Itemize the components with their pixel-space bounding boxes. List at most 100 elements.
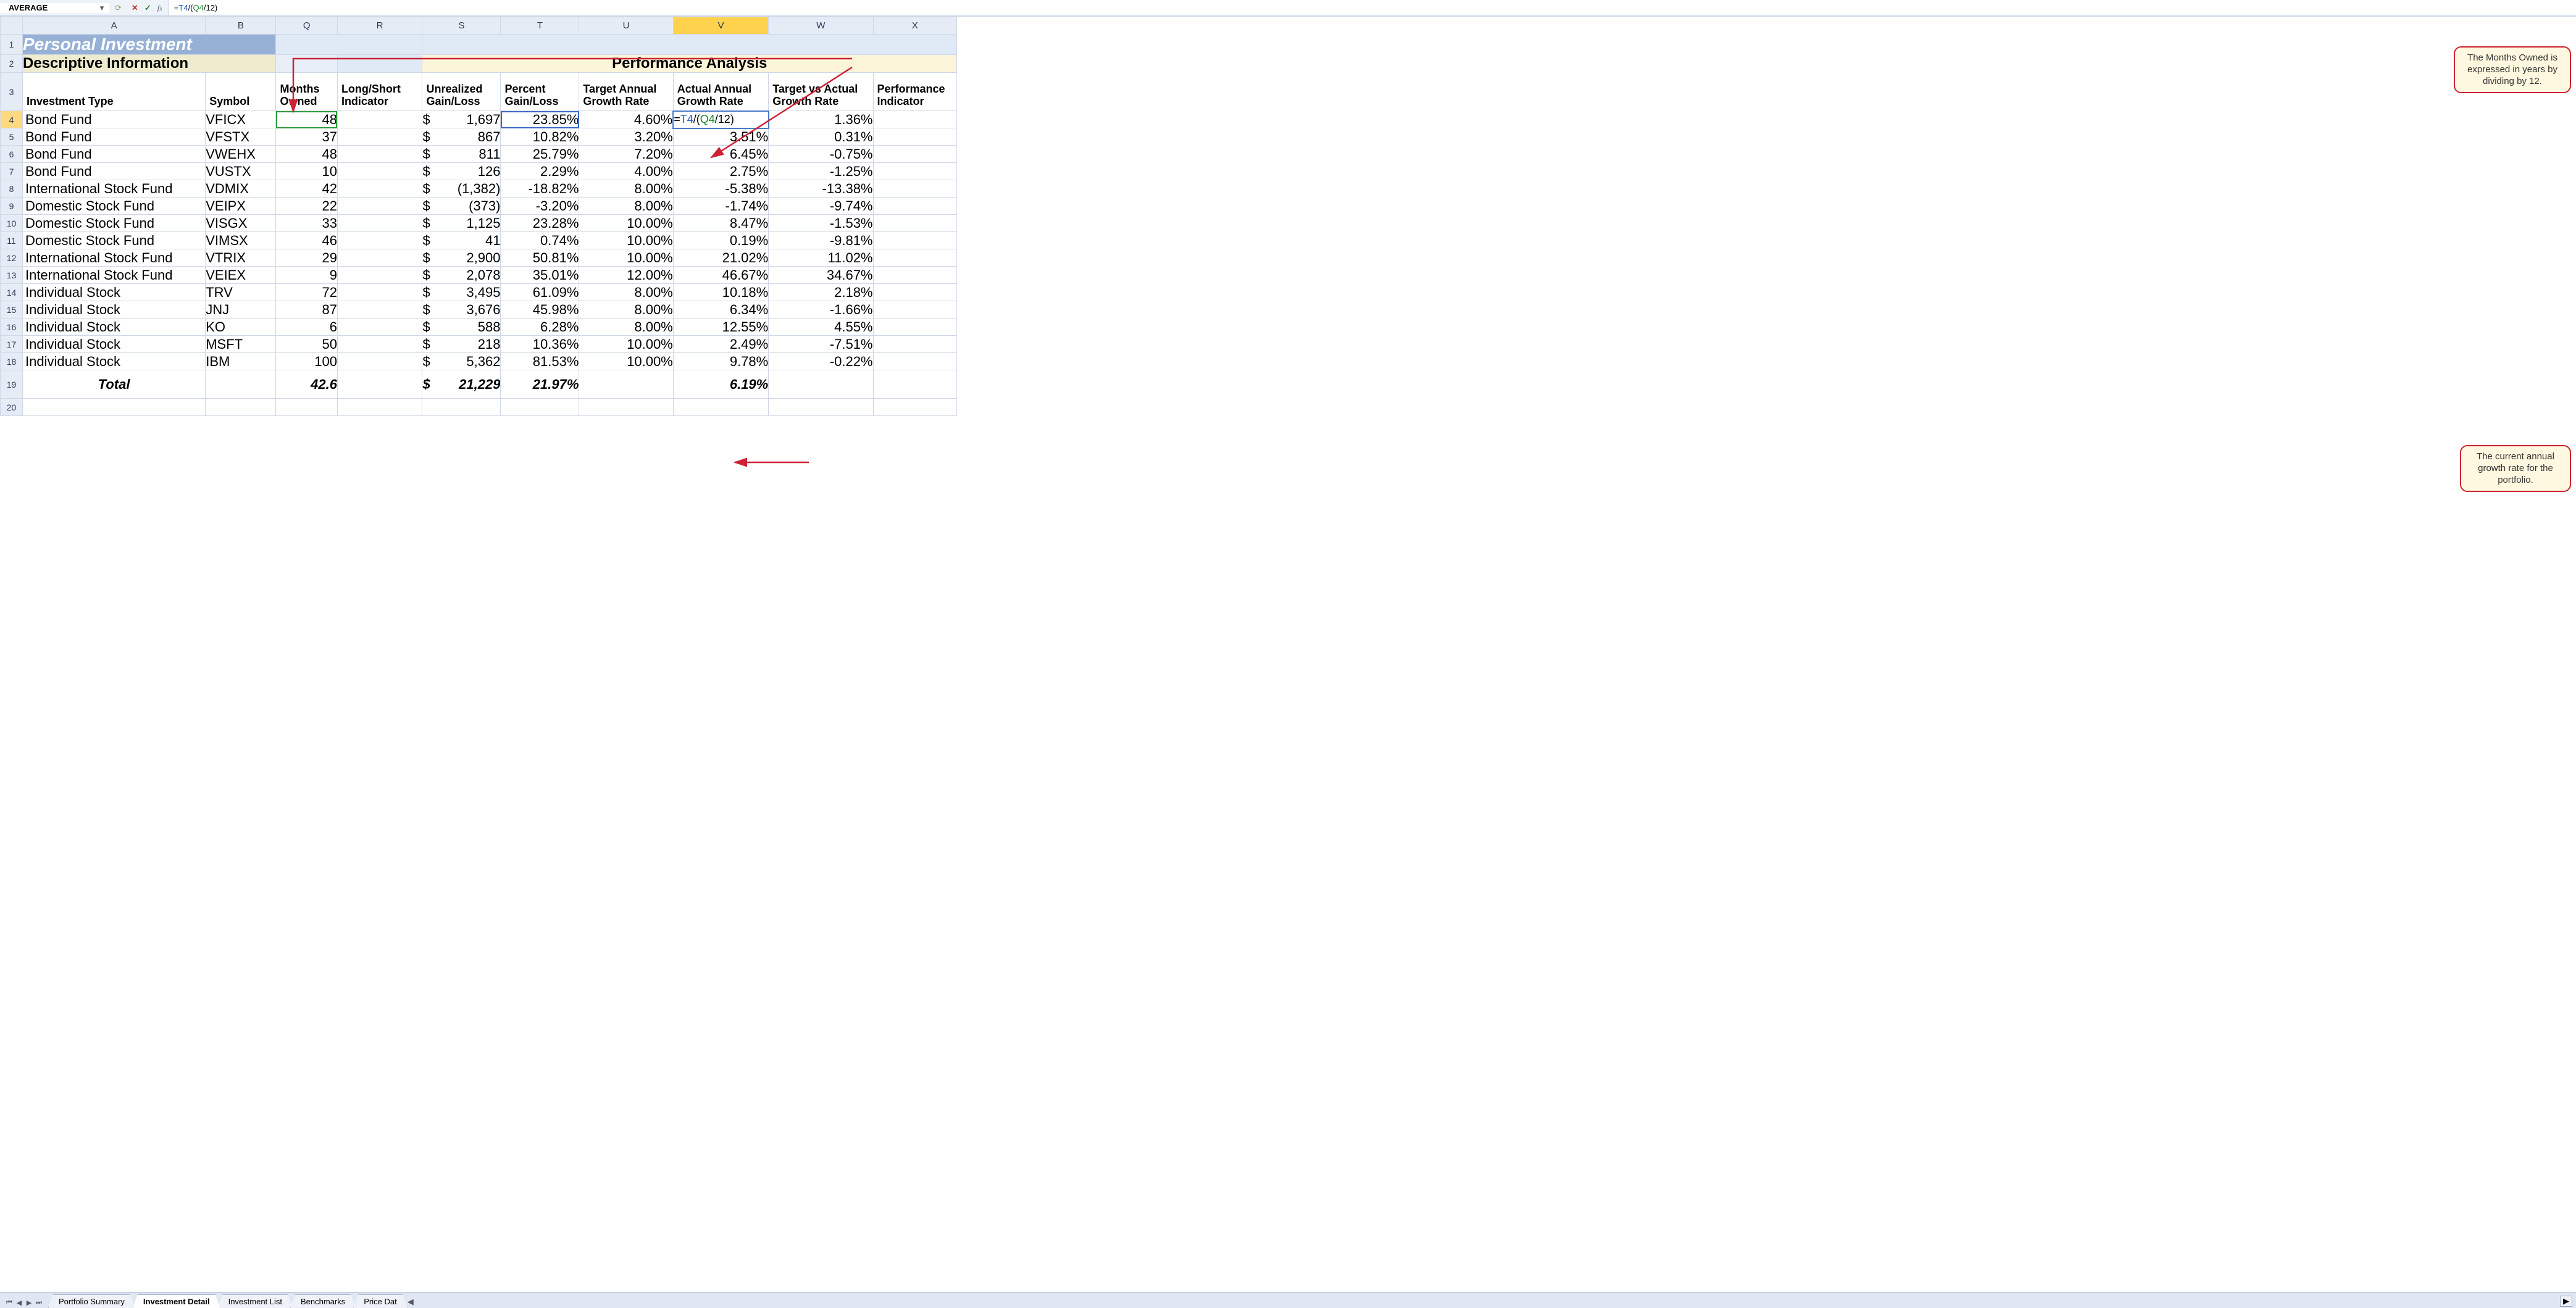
cell-unrealized[interactable]: $(1,382) bbox=[422, 180, 501, 198]
tab-nav-next-icon[interactable]: ▶ bbox=[25, 1298, 33, 1307]
cell-long-short[interactable] bbox=[337, 128, 422, 146]
cell-months-owned[interactable]: 37 bbox=[276, 128, 337, 146]
cancel-icon[interactable]: ✕ bbox=[132, 3, 138, 13]
cell-percent-gain[interactable]: 61.09% bbox=[501, 284, 579, 301]
row-header-19[interactable]: 19 bbox=[1, 370, 23, 399]
cell-target-growth[interactable]: 10.00% bbox=[579, 215, 673, 232]
cell-indicator[interactable] bbox=[873, 128, 957, 146]
confirm-icon[interactable]: ✓ bbox=[144, 3, 151, 13]
cell-percent-gain[interactable]: -18.82% bbox=[501, 180, 579, 198]
cell-percent-gain[interactable]: 50.81% bbox=[501, 249, 579, 267]
cell-months-owned[interactable]: 10 bbox=[276, 163, 337, 180]
total-percent[interactable]: 21.97% bbox=[501, 370, 579, 399]
cell-unrealized[interactable]: $41 bbox=[422, 232, 501, 249]
col-header-Q[interactable]: Q bbox=[276, 17, 337, 35]
empty-cell[interactable] bbox=[206, 399, 276, 416]
cell-indicator[interactable] bbox=[873, 249, 957, 267]
empty-cell[interactable] bbox=[422, 399, 501, 416]
cell-unrealized[interactable]: $218 bbox=[422, 336, 501, 353]
cell-actual-growth-editing[interactable]: =T4/(Q4/12) bbox=[673, 111, 768, 128]
sheet-tab-portfolio-summary[interactable]: Portfolio Summary bbox=[48, 1294, 135, 1308]
cell-unrealized[interactable]: $1,697 bbox=[422, 111, 501, 128]
cell-long-short[interactable] bbox=[337, 198, 422, 215]
cell-percent-gain[interactable]: 23.85% bbox=[501, 111, 579, 128]
cell-investment-type[interactable]: International Stock Fund bbox=[22, 249, 205, 267]
cell-percent-gain[interactable]: 0.74% bbox=[501, 232, 579, 249]
empty-cell[interactable] bbox=[501, 399, 579, 416]
row-header-13[interactable]: 13 bbox=[1, 267, 23, 284]
column-header-V[interactable]: Actual Annual Growth Rate bbox=[673, 73, 768, 111]
cell-long-short[interactable] bbox=[337, 163, 422, 180]
formula-input[interactable]: =T4/(Q4/12) bbox=[169, 0, 2576, 15]
cell-target-vs-actual[interactable]: 2.18% bbox=[769, 284, 873, 301]
cell-unrealized[interactable]: $3,676 bbox=[422, 301, 501, 319]
col-header-A[interactable]: A bbox=[22, 17, 205, 35]
cell-investment-type[interactable]: Domestic Stock Fund bbox=[22, 198, 205, 215]
row-header-4[interactable]: 4 bbox=[1, 111, 23, 128]
cell-target-growth[interactable]: 7.20% bbox=[579, 146, 673, 163]
cell-symbol[interactable]: VWEHX bbox=[206, 146, 276, 163]
cell-long-short[interactable] bbox=[337, 301, 422, 319]
cell-symbol[interactable]: VEIPX bbox=[206, 198, 276, 215]
cell-investment-type[interactable]: Individual Stock bbox=[22, 284, 205, 301]
cell-unrealized[interactable]: $5,362 bbox=[422, 353, 501, 370]
cell-target-vs-actual[interactable]: -0.75% bbox=[769, 146, 873, 163]
cell-investment-type[interactable]: International Stock Fund bbox=[22, 267, 205, 284]
cell-unrealized[interactable]: $(373) bbox=[422, 198, 501, 215]
cell-symbol[interactable]: JNJ bbox=[206, 301, 276, 319]
cell-long-short[interactable] bbox=[337, 284, 422, 301]
cell-symbol[interactable]: IBM bbox=[206, 353, 276, 370]
cell-target-vs-actual[interactable]: 11.02% bbox=[769, 249, 873, 267]
cell-percent-gain[interactable]: 35.01% bbox=[501, 267, 579, 284]
cell-target-growth[interactable]: 12.00% bbox=[579, 267, 673, 284]
column-header-S[interactable]: Unrealized Gain/Loss bbox=[422, 73, 501, 111]
cell-percent-gain[interactable]: 10.36% bbox=[501, 336, 579, 353]
cell-indicator[interactable] bbox=[873, 163, 957, 180]
cell-actual-growth[interactable]: 46.67% bbox=[673, 267, 768, 284]
horizontal-scroll-right-icon[interactable]: ▶ bbox=[2560, 1296, 2572, 1307]
cell-target-growth[interactable]: 10.00% bbox=[579, 353, 673, 370]
col-header-U[interactable]: U bbox=[579, 17, 673, 35]
cell-months-owned[interactable]: 9 bbox=[276, 267, 337, 284]
cell-actual-growth[interactable]: 6.34% bbox=[673, 301, 768, 319]
cell-target-growth[interactable]: 10.00% bbox=[579, 336, 673, 353]
total-indicator[interactable] bbox=[873, 370, 957, 399]
cell-target-growth[interactable]: 8.00% bbox=[579, 319, 673, 336]
cell-target-growth[interactable]: 8.00% bbox=[579, 198, 673, 215]
sheet-tab-price-dat[interactable]: Price Dat bbox=[353, 1294, 407, 1308]
cell-target-growth[interactable]: 8.00% bbox=[579, 284, 673, 301]
cell-target-vs-actual[interactable]: 1.36% bbox=[769, 111, 873, 128]
cell-target-growth[interactable]: 8.00% bbox=[579, 180, 673, 198]
fx-icon[interactable]: fx bbox=[157, 3, 162, 13]
cell-percent-gain[interactable]: 10.82% bbox=[501, 128, 579, 146]
cell-indicator[interactable] bbox=[873, 146, 957, 163]
cell-symbol[interactable]: VIMSX bbox=[206, 232, 276, 249]
fx-history-icon[interactable]: ⟳ bbox=[111, 3, 125, 13]
select-all-corner[interactable] bbox=[1, 17, 23, 35]
cell-long-short[interactable] bbox=[337, 319, 422, 336]
row-header-14[interactable]: 14 bbox=[1, 284, 23, 301]
col-header-R[interactable]: R bbox=[337, 17, 422, 35]
cell-months-owned[interactable]: 42 bbox=[276, 180, 337, 198]
row-header-3[interactable]: 3 bbox=[1, 73, 23, 111]
sheet-tab-benchmarks[interactable]: Benchmarks bbox=[290, 1294, 356, 1308]
cell-months-owned[interactable]: 22 bbox=[276, 198, 337, 215]
cell-months-owned[interactable]: 48 bbox=[276, 146, 337, 163]
cell-target-growth[interactable]: 8.00% bbox=[579, 301, 673, 319]
cell-indicator[interactable] bbox=[873, 284, 957, 301]
cell-symbol[interactable]: VFICX bbox=[206, 111, 276, 128]
cell-target-vs-actual[interactable]: -1.66% bbox=[769, 301, 873, 319]
cell-target-vs-actual[interactable]: -9.74% bbox=[769, 198, 873, 215]
cell-target-growth[interactable]: 4.00% bbox=[579, 163, 673, 180]
cell-symbol[interactable]: TRV bbox=[206, 284, 276, 301]
total-label[interactable]: Total bbox=[22, 370, 205, 399]
cell-long-short[interactable] bbox=[337, 111, 422, 128]
cell-actual-growth[interactable]: 0.19% bbox=[673, 232, 768, 249]
cell-unrealized[interactable]: $811 bbox=[422, 146, 501, 163]
cell-symbol[interactable]: VTRIX bbox=[206, 249, 276, 267]
cell-actual-growth[interactable]: 6.45% bbox=[673, 146, 768, 163]
cell-actual-growth[interactable]: 2.75% bbox=[673, 163, 768, 180]
cell-actual-growth[interactable]: 3.51% bbox=[673, 128, 768, 146]
column-header-A[interactable]: Investment Type bbox=[22, 73, 205, 111]
empty-cell[interactable] bbox=[276, 399, 337, 416]
